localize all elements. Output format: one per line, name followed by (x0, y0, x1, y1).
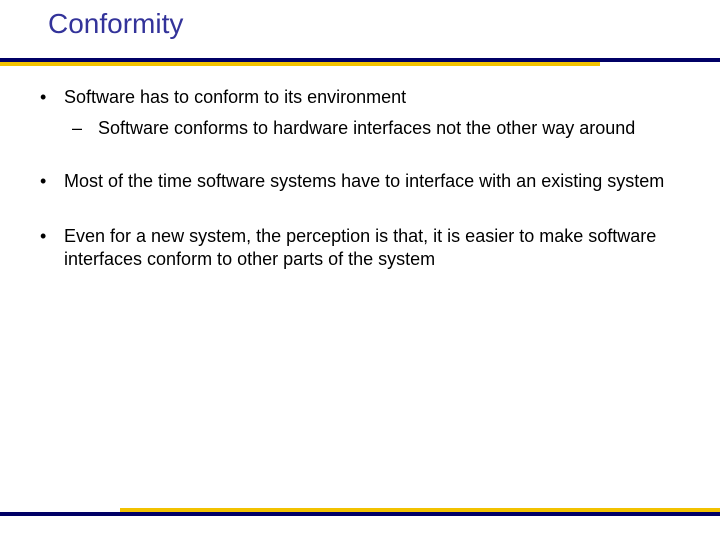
bullet-text: Software conforms to hardware interfaces… (98, 117, 692, 140)
bullet-dot-icon: • (38, 170, 64, 193)
bullet-dot-icon: • (38, 225, 64, 271)
slide-body: • Software has to conform to its environ… (38, 86, 692, 279)
spacer (38, 146, 692, 170)
bullet-dash-icon: – (72, 117, 98, 140)
divider-bottom-blue (0, 512, 720, 516)
divider-bottom (0, 508, 720, 516)
bullet-level1: • Even for a new system, the perception … (38, 225, 692, 271)
divider-top-gold (0, 62, 600, 66)
divider-top (0, 58, 720, 66)
slide-title: Conformity (48, 8, 183, 40)
bullet-text: Even for a new system, the perception is… (64, 225, 692, 271)
bullet-text: Software has to conform to its environme… (64, 86, 692, 109)
bullet-level2: – Software conforms to hardware interfac… (72, 117, 692, 140)
bullet-level1: • Most of the time software systems have… (38, 170, 692, 193)
bullet-dot-icon: • (38, 86, 64, 109)
bullet-level1: • Software has to conform to its environ… (38, 86, 692, 109)
slide: Conformity • Software has to conform to … (0, 0, 720, 540)
bullet-text: Most of the time software systems have t… (64, 170, 692, 193)
spacer (38, 201, 692, 225)
